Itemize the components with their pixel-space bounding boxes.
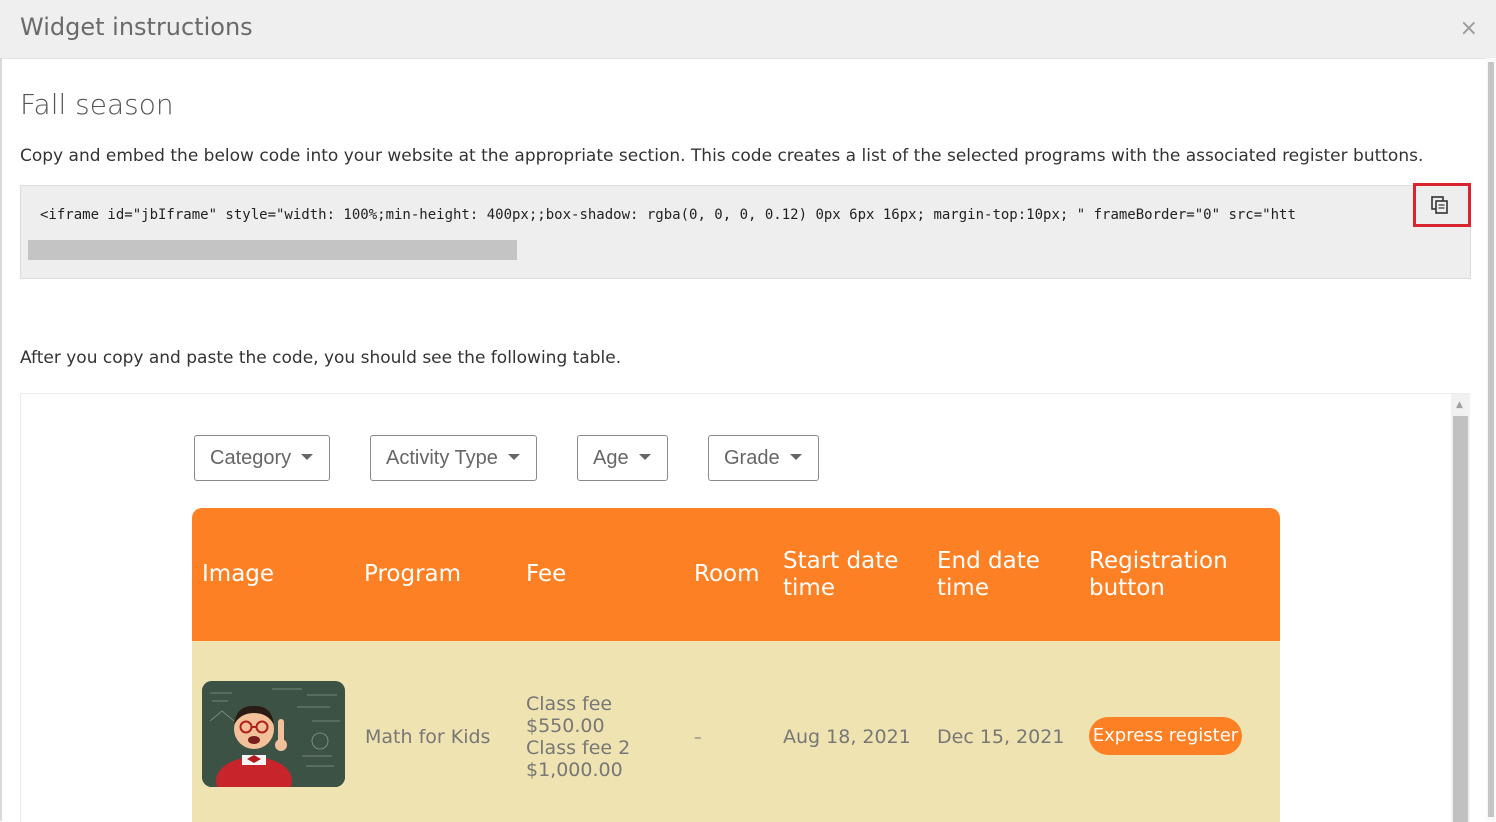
copy-icon xyxy=(1431,196,1448,214)
section-title: Fall season xyxy=(20,88,174,121)
filter-age-dropdown[interactable]: Age xyxy=(577,435,668,481)
filter-category-label: Category xyxy=(210,447,292,469)
widget-preview: Category Activity Type Age Grade Image P… xyxy=(20,393,1470,822)
preview-scrollbar-thumb[interactable] xyxy=(1453,416,1468,822)
chevron-down-icon xyxy=(507,453,520,460)
fee-line: Class fee 2 xyxy=(526,737,631,759)
table-header: Image Program Fee Room Start date time En… xyxy=(192,508,1280,641)
instructions-text: Copy and embed the below code into your … xyxy=(20,146,1424,166)
close-button[interactable]: × xyxy=(1460,16,1478,42)
header-start-line1: Start date xyxy=(783,548,899,574)
chevron-down-icon xyxy=(301,453,314,460)
kid-with-chalkboard-photo xyxy=(202,681,345,787)
embed-code-text[interactable]: <iframe id="jbIframe" style="width: 100%… xyxy=(40,207,1412,223)
program-name: Math for Kids xyxy=(365,726,491,748)
fee-line: $550.00 xyxy=(526,715,605,737)
embed-code-box[interactable]: <iframe id="jbIframe" style="width: 100%… xyxy=(20,185,1471,279)
modal-title: Widget instructions xyxy=(20,13,253,41)
filter-activity-type-label: Activity Type xyxy=(386,447,498,469)
filter-grade-label: Grade xyxy=(724,447,780,469)
program-image xyxy=(202,681,345,787)
fee-cell: Class fee $550.00 Class fee 2 $1,000.00 xyxy=(526,693,630,781)
copy-code-button[interactable] xyxy=(1413,183,1471,227)
modal-header: Widget instructions × xyxy=(0,0,1496,59)
header-image: Image xyxy=(202,561,275,587)
header-program: Program xyxy=(364,561,462,587)
header-reg-line1: Registration xyxy=(1089,548,1228,574)
filter-age-label: Age xyxy=(593,447,629,469)
after-copy-text: After you copy and paste the code, you s… xyxy=(20,348,622,368)
header-start-line2: time xyxy=(783,575,835,601)
modal-scrollbar[interactable] xyxy=(1486,58,1496,821)
fee-line: $1,000.00 xyxy=(526,759,623,781)
end-date-cell: Dec 15, 2021 xyxy=(937,726,1065,748)
header-end-line1: End date xyxy=(937,548,1040,574)
filter-category-dropdown[interactable]: Category xyxy=(194,435,330,481)
chevron-down-icon xyxy=(789,453,802,460)
header-room: Room xyxy=(694,561,760,587)
room-cell: – xyxy=(694,728,702,746)
modal-left-border xyxy=(0,58,2,821)
fee-line: Class fee xyxy=(526,693,613,715)
code-horizontal-scrollbar[interactable] xyxy=(28,240,517,260)
start-date-cell: Aug 18, 2021 xyxy=(783,726,911,748)
header-reg-line2: button xyxy=(1089,575,1165,601)
header-registration: Registration button xyxy=(1089,548,1228,602)
modal-scrollbar-thumb[interactable] xyxy=(1488,62,1494,817)
filter-grade-dropdown[interactable]: Grade xyxy=(708,435,819,481)
header-start-date: Start date time xyxy=(783,548,898,602)
chevron-down-icon xyxy=(638,453,651,460)
header-end-line2: time xyxy=(937,575,989,601)
table-row: Math for Kids Class fee $550.00 Class fe… xyxy=(192,641,1280,822)
filter-activity-type-dropdown[interactable]: Activity Type xyxy=(370,435,537,481)
express-register-button[interactable]: Express register xyxy=(1089,717,1242,755)
header-end-date: End date time xyxy=(937,548,1040,602)
preview-scrollbar[interactable]: ▲ xyxy=(1451,394,1470,822)
header-fee: Fee xyxy=(526,561,567,587)
scroll-up-arrow-icon[interactable]: ▲ xyxy=(1456,400,1463,410)
